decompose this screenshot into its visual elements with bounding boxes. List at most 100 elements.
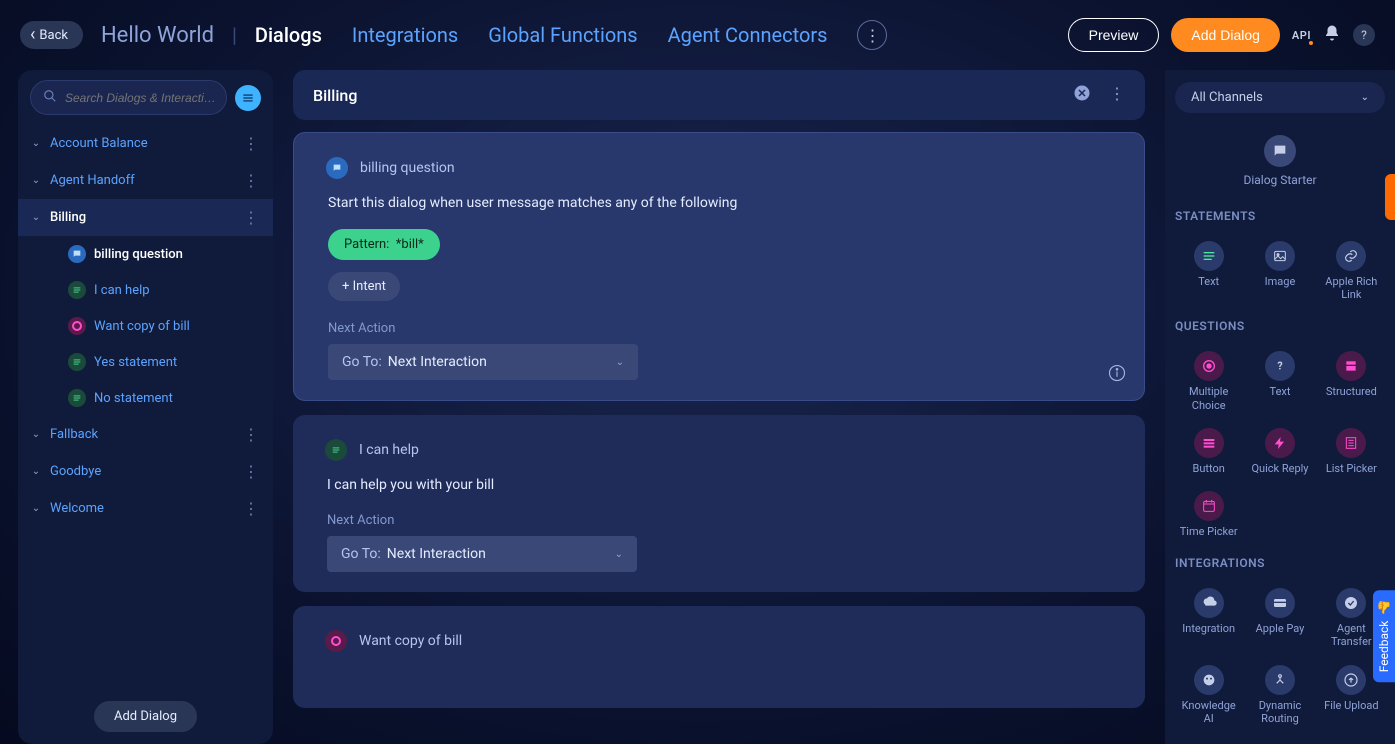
palette-list-picker[interactable]: List Picker	[1318, 424, 1385, 479]
back-button[interactable]: Back	[20, 21, 83, 49]
search-box[interactable]	[30, 80, 227, 115]
tab-global-functions[interactable]: Global Functions	[488, 23, 637, 47]
chevron-down-icon	[30, 466, 42, 477]
thumbs-up-icon: 👍	[1377, 600, 1391, 615]
node-i-can-help[interactable]: I can help	[18, 272, 273, 308]
palette-image[interactable]: Image	[1246, 237, 1313, 305]
chevron-down-icon	[30, 212, 42, 223]
card-want-copy[interactable]: Want copy of bill	[293, 606, 1145, 708]
dialog-title: Billing	[313, 86, 357, 105]
close-icon[interactable]	[1073, 84, 1091, 106]
svg-text:?: ?	[1277, 360, 1282, 373]
next-action-label: Next Action	[328, 321, 1112, 336]
palette-knowledge-ai[interactable]: Knowledge AI	[1175, 661, 1242, 729]
add-dialog-button[interactable]: Add Dialog	[1171, 18, 1280, 52]
chevron-down-icon: ⌄	[1361, 92, 1369, 103]
text-icon	[68, 389, 86, 407]
card-name: I can help	[359, 442, 419, 458]
palette-quick-reply[interactable]: Quick Reply	[1246, 424, 1313, 479]
dialog-menu[interactable]	[241, 208, 261, 227]
dialog-billing[interactable]: Billing	[18, 199, 273, 236]
node-want-copy[interactable]: Want copy of bill	[18, 308, 273, 344]
vertical-dots-icon	[864, 26, 880, 45]
dialog-welcome[interactable]: Welcome	[18, 490, 273, 527]
next-action-select[interactable]: Go To: Next Interaction ⌄	[327, 536, 637, 572]
header-right: Preview Add Dialog API ?	[1068, 18, 1375, 52]
chevron-down-icon	[30, 429, 42, 440]
node-no-statement[interactable]: No statement	[18, 380, 273, 416]
palette-time-picker[interactable]: Time Picker	[1175, 487, 1242, 542]
help-icon[interactable]: ?	[1353, 24, 1375, 46]
sidebar-add-dialog[interactable]: Add Dialog	[94, 701, 197, 732]
dialog-account-balance[interactable]: Account Balance	[18, 125, 273, 162]
feedback-tab[interactable]: Feedback 👍	[1373, 590, 1395, 682]
header: Back Hello World | Dialogs Integrations …	[0, 0, 1395, 70]
channel-select[interactable]: All Channels ⌄	[1175, 82, 1385, 113]
palette-dynamic-routing[interactable]: Dynamic Routing	[1246, 661, 1313, 729]
card-i-can-help[interactable]: I can help I can help you with your bill…	[293, 415, 1145, 592]
palette-integration[interactable]: Integration	[1175, 584, 1242, 652]
card-name: billing question	[360, 160, 455, 176]
sidebar-footer: Add Dialog	[18, 689, 273, 744]
next-action-label: Next Action	[327, 513, 1113, 528]
back-label: Back	[39, 28, 68, 43]
node-yes-statement[interactable]: Yes statement	[18, 344, 273, 380]
chevron-down-icon	[30, 175, 42, 186]
choice-icon	[325, 630, 347, 652]
chevron-down-icon: ⌄	[616, 357, 624, 368]
card-billing-question[interactable]: billing question Start this dialog when …	[293, 132, 1145, 401]
api-icon[interactable]: API	[1292, 29, 1311, 42]
tab-integrations[interactable]: Integrations	[352, 23, 458, 47]
info-icon[interactable]	[1108, 364, 1126, 386]
sidebar-toggle[interactable]	[235, 85, 261, 111]
search-row	[18, 70, 273, 125]
dialog-menu[interactable]	[241, 134, 261, 153]
project-name: Hello World	[101, 23, 214, 48]
pattern-chip[interactable]: Pattern: *bill*	[328, 229, 440, 260]
bell-icon[interactable]	[1323, 24, 1341, 46]
dialog-menu[interactable]	[241, 171, 261, 190]
tabs-overflow-menu[interactable]	[857, 20, 887, 50]
dialog-menu[interactable]	[241, 462, 261, 481]
chevron-down-icon: ⌄	[615, 549, 623, 560]
tab-agent-connectors[interactable]: Agent Connectors	[668, 23, 828, 47]
dialog-agent-handoff[interactable]: Agent Handoff	[18, 162, 273, 199]
palette-apple-rich-link[interactable]: Apple Rich Link	[1318, 237, 1385, 305]
palette-button[interactable]: Button	[1175, 424, 1242, 479]
text-icon	[325, 439, 347, 461]
dialog-header: Billing	[293, 70, 1145, 120]
preview-button[interactable]: Preview	[1068, 18, 1160, 52]
palette-dialog-starter[interactable]: Dialog Starter	[1175, 127, 1385, 195]
dialog-menu[interactable]	[241, 425, 261, 444]
palette: › All Channels ⌄ Dialog Starter STATEMEN…	[1165, 70, 1395, 744]
palette-multiple-choice[interactable]: Multiple Choice	[1175, 347, 1242, 415]
dialog-starter-icon	[1264, 135, 1296, 167]
card-intro: Start this dialog when user message matc…	[328, 195, 1112, 211]
palette-text[interactable]: Text	[1175, 237, 1242, 305]
dialog-menu-icon[interactable]	[1109, 84, 1125, 106]
palette-q-text[interactable]: ?Text	[1246, 347, 1313, 415]
dialog-fallback[interactable]: Fallback	[18, 416, 273, 453]
chevron-down-icon	[30, 503, 42, 514]
dialog-menu[interactable]	[241, 499, 261, 518]
canvas: Billing billing question Start this dial…	[273, 70, 1165, 744]
search-input[interactable]	[65, 91, 214, 105]
chevron-down-icon	[30, 138, 42, 149]
search-icon	[43, 88, 57, 107]
palette-structured[interactable]: Structured	[1318, 347, 1385, 415]
palette-apple-pay[interactable]: Apple Pay	[1246, 584, 1313, 652]
add-intent-button[interactable]: + Intent	[328, 272, 400, 301]
text-icon	[68, 353, 86, 371]
top-tabs: Dialogs Integrations Global Functions Ag…	[255, 20, 888, 50]
sidebar: Account Balance Agent Handoff Billing bi…	[18, 70, 273, 744]
section-integrations: INTEGRATIONS	[1175, 556, 1385, 570]
section-questions: QUESTIONS	[1175, 319, 1385, 333]
tab-dialogs[interactable]: Dialogs	[255, 23, 322, 47]
section-statements: STATEMENTS	[1175, 209, 1385, 223]
dialog-goodbye[interactable]: Goodbye	[18, 453, 273, 490]
text-icon	[68, 281, 86, 299]
node-billing-question[interactable]: billing question	[18, 236, 273, 272]
side-drawer-handle[interactable]	[1385, 174, 1395, 220]
starter-icon	[68, 245, 86, 263]
next-action-select[interactable]: Go To: Next Interaction ⌄	[328, 344, 638, 380]
